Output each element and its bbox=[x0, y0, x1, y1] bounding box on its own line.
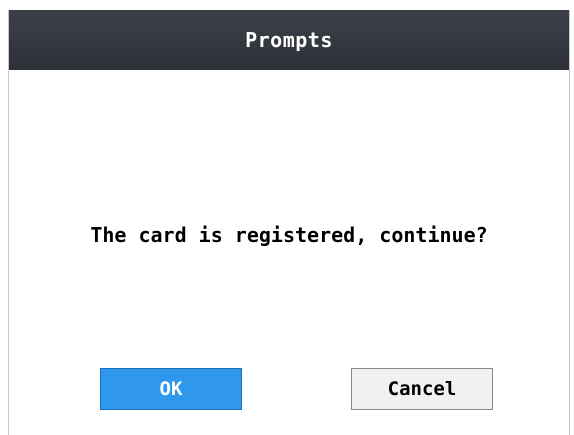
dialog-title: Prompts bbox=[245, 28, 333, 52]
prompt-dialog: Prompts The card is registered, continue… bbox=[8, 10, 570, 435]
dialog-titlebar: Prompts bbox=[9, 10, 569, 70]
cancel-button[interactable]: Cancel bbox=[351, 368, 493, 410]
ok-button[interactable]: OK bbox=[100, 368, 242, 410]
dialog-message: The card is registered, continue? bbox=[90, 223, 488, 247]
